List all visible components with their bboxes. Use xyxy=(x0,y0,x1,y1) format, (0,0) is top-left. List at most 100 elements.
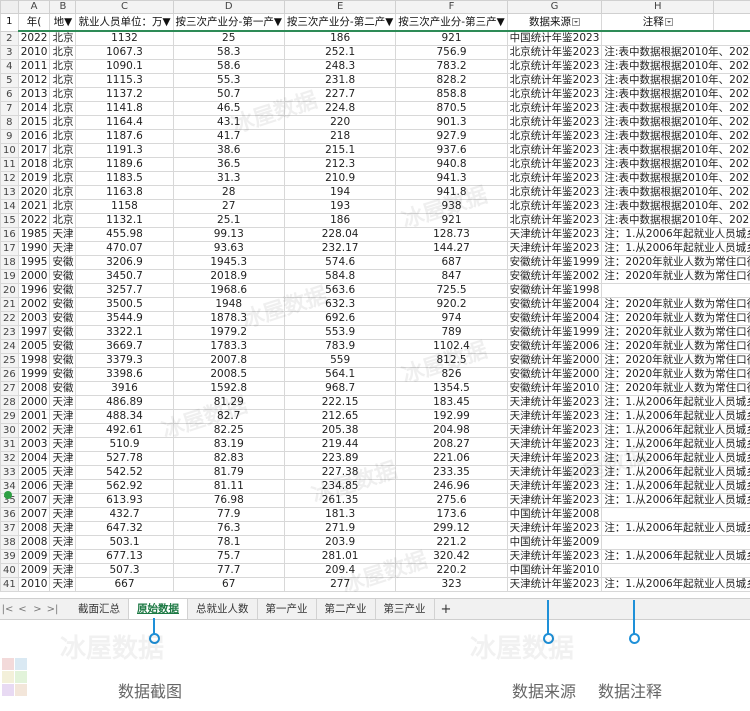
table-cell[interactable]: 1141.8 xyxy=(75,101,174,116)
table-cell[interactable] xyxy=(601,30,750,46)
table-cell[interactable]: 2019 xyxy=(17,171,51,186)
row-header[interactable]: 31 xyxy=(0,437,19,452)
table-cell[interactable]: 1164.4 xyxy=(75,115,174,130)
table-cell[interactable]: 46.5 xyxy=(172,101,285,116)
table-cell[interactable]: 注：1.从2006年起就业人员城乡划分执行 xyxy=(601,521,750,536)
table-cell[interactable]: 233.35 xyxy=(395,465,508,480)
table-cell[interactable]: 2000 xyxy=(17,269,51,284)
table-cell[interactable]: 3206.9 xyxy=(75,255,174,270)
table-cell[interactable]: 647.32 xyxy=(75,521,174,536)
table-cell[interactable]: 221.2 xyxy=(395,535,508,550)
table-cell[interactable]: 北京统计年鉴2023 xyxy=(506,171,603,186)
row-header[interactable]: 36 xyxy=(0,507,19,522)
table-cell[interactable]: 北京统计年鉴2023 xyxy=(506,101,603,116)
table-cell[interactable]: 67 xyxy=(172,577,285,592)
table-cell[interactable]: 941.8 xyxy=(395,185,508,200)
table-cell[interactable]: 41.7 xyxy=(172,129,285,144)
field-header[interactable]: 按三次产业分-第三产▼ xyxy=(395,13,508,32)
table-cell[interactable]: 50.7 xyxy=(172,87,285,102)
table-cell[interactable]: 246.96 xyxy=(395,479,508,494)
table-cell[interactable]: 562.92 xyxy=(75,479,174,494)
table-cell[interactable]: 783.2 xyxy=(395,59,508,74)
table-cell[interactable]: 安徽 xyxy=(49,381,77,396)
table-cell[interactable]: 天津 xyxy=(49,395,77,410)
table-cell[interactable]: 1189.6 xyxy=(75,157,174,172)
table-cell[interactable]: 天津 xyxy=(49,451,77,466)
table-cell[interactable]: 507.3 xyxy=(75,563,174,578)
table-cell[interactable]: 注:表中数据根据2010年、2020年两次人 xyxy=(601,199,750,214)
table-cell[interactable]: 注：2020年就业人数为常住口径就业人员 xyxy=(601,339,750,354)
table-cell[interactable]: 天津统计年鉴2023 xyxy=(506,479,603,494)
table-cell[interactable]: 2001 xyxy=(17,409,51,424)
table-cell[interactable]: 注:表中数据根据2010年、2020年两次人 xyxy=(601,45,750,60)
table-cell[interactable]: 北京统计年鉴2023 xyxy=(506,45,603,60)
table-cell[interactable]: 安徽 xyxy=(49,339,77,354)
row-header[interactable]: 40 xyxy=(0,563,19,578)
table-cell[interactable]: 2002 xyxy=(17,423,51,438)
table-cell[interactable]: 北京统计年鉴2023 xyxy=(506,185,603,200)
table-cell[interactable]: 212.65 xyxy=(283,409,397,424)
table-cell[interactable]: 1999 xyxy=(17,367,51,382)
table-cell[interactable]: 3379.3 xyxy=(75,353,174,368)
row-header[interactable]: 21 xyxy=(0,297,19,312)
table-cell[interactable]: 中国统计年鉴2023 xyxy=(506,30,603,46)
row-header[interactable]: 26 xyxy=(0,367,19,382)
table-cell[interactable]: 559 xyxy=(283,353,397,368)
table-cell[interactable]: 2022 xyxy=(17,213,51,228)
row-header[interactable]: 33 xyxy=(0,465,19,480)
table-cell[interactable]: 天津 xyxy=(49,577,77,592)
table-cell[interactable]: 天津 xyxy=(49,507,77,522)
table-cell[interactable]: 58.3 xyxy=(172,45,285,60)
table-cell[interactable]: 天津 xyxy=(49,437,77,452)
table-cell[interactable]: 注:表中数据根据2010年、2020年两次人 xyxy=(601,171,750,186)
table-cell[interactable]: 天津统计年鉴2023 xyxy=(506,521,603,536)
table-cell[interactable]: 3916 xyxy=(75,381,174,396)
table-cell[interactable]: 320.42 xyxy=(395,549,508,564)
table-cell[interactable]: 安徽 xyxy=(49,269,77,284)
table-cell[interactable]: 注:表中数据根据2010年、2020年两次人 xyxy=(601,143,750,158)
column-header-i[interactable]: I xyxy=(713,0,750,14)
table-cell[interactable]: 2008 xyxy=(17,535,51,550)
table-cell[interactable]: 2011 xyxy=(17,59,51,74)
table-cell[interactable]: 天津统计年鉴2023 xyxy=(506,577,603,592)
table-cell[interactable]: 563.6 xyxy=(283,283,397,298)
table-cell[interactable]: 55.3 xyxy=(172,73,285,88)
row-header[interactable]: 41 xyxy=(0,577,19,592)
field-header[interactable]: 注释 xyxy=(601,13,715,32)
table-cell[interactable]: 2018.9 xyxy=(172,269,285,284)
table-cell[interactable]: 252.1 xyxy=(283,45,397,60)
table-cell[interactable]: 432.7 xyxy=(75,507,174,522)
table-cell[interactable]: 注：2020年就业人数为常住口径就业人员 xyxy=(601,367,750,382)
table-cell[interactable]: 2009 xyxy=(17,549,51,564)
table-cell[interactable]: 1067.3 xyxy=(75,45,174,60)
table-cell[interactable]: 注：2020年就业人数为常住口径就业人员 xyxy=(601,297,750,312)
table-cell[interactable]: 安徽统计年鉴2000 xyxy=(506,353,603,368)
table-cell[interactable]: 安徽 xyxy=(49,255,77,270)
table-cell[interactable]: 2010 xyxy=(17,45,51,60)
table-cell[interactable]: 注：1.从2006年起就业人员城乡划分执行 xyxy=(601,549,750,564)
table-cell[interactable]: 北京 xyxy=(49,87,77,102)
table-cell[interactable]: 2014 xyxy=(17,101,51,116)
table-cell[interactable]: 82.83 xyxy=(172,451,285,466)
table-cell[interactable]: 1878.3 xyxy=(172,311,285,326)
column-header-b[interactable]: B xyxy=(49,0,77,14)
field-header[interactable]: 地▼ xyxy=(49,13,77,32)
table-cell[interactable]: 3450.7 xyxy=(75,269,174,284)
table-cell[interactable]: 553.9 xyxy=(283,325,397,340)
table-cell[interactable]: 安徽统计年鉴1999 xyxy=(506,255,603,270)
table-cell[interactable]: 注:表中数据根据2010年、2020年两次人 xyxy=(601,59,750,74)
table-cell[interactable]: 38.6 xyxy=(172,143,285,158)
tab-secondary-industry[interactable]: 第二产业 xyxy=(317,599,376,619)
table-cell[interactable]: 937.6 xyxy=(395,143,508,158)
table-cell[interactable]: 3544.9 xyxy=(75,311,174,326)
column-header-f[interactable]: F xyxy=(395,0,508,14)
next-sheet-button[interactable]: > xyxy=(30,604,45,615)
table-cell[interactable]: 安徽 xyxy=(49,297,77,312)
table-cell[interactable]: 228.04 xyxy=(283,227,397,242)
table-cell[interactable]: 天津 xyxy=(49,535,77,550)
table-cell[interactable]: 275.6 xyxy=(395,493,508,508)
table-cell[interactable]: 安徽统计年鉴2004 xyxy=(506,311,603,326)
row-header[interactable]: 29 xyxy=(0,409,19,424)
row-header[interactable]: 27 xyxy=(0,381,19,396)
table-cell[interactable]: 天津 xyxy=(49,227,77,242)
